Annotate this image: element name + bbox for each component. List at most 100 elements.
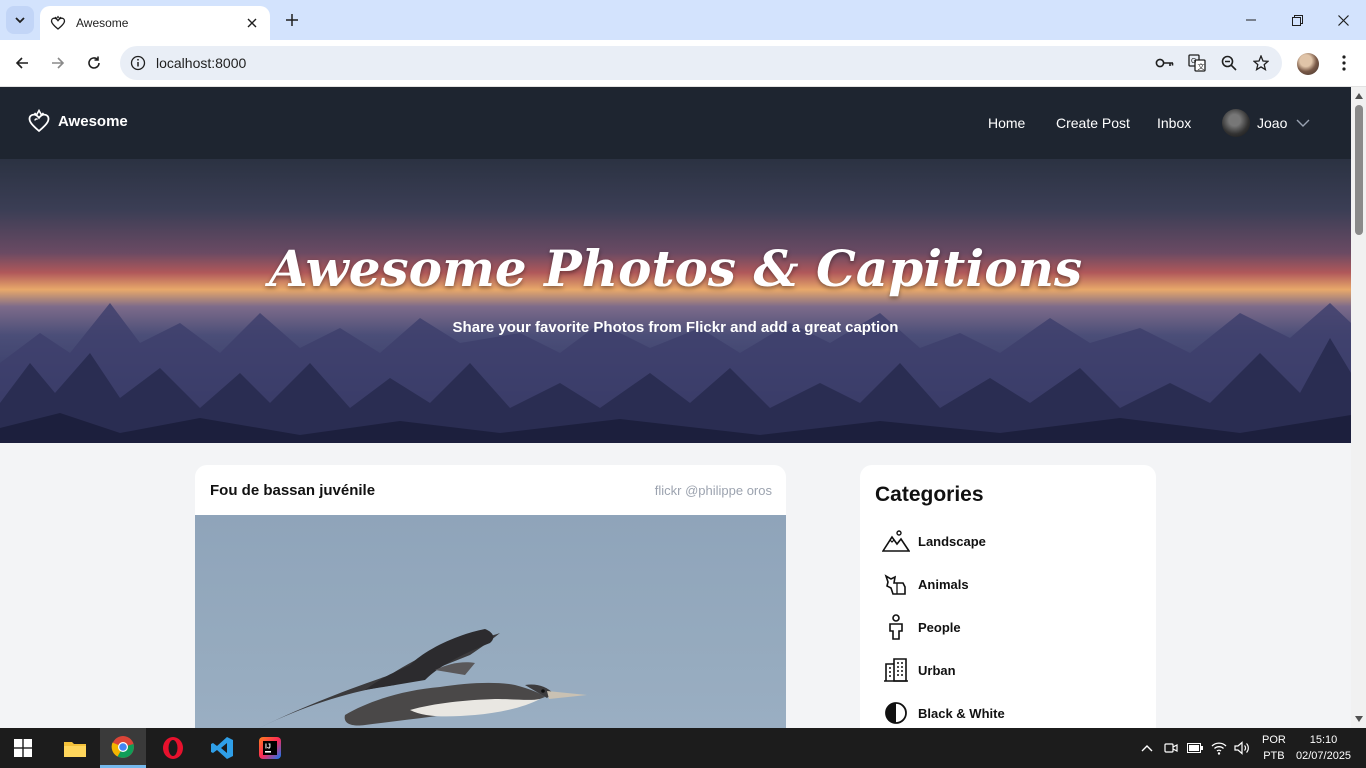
intellij-icon: IJ <box>259 737 281 759</box>
user-menu[interactable]: Joao <box>1222 109 1310 137</box>
scroll-thumb[interactable] <box>1355 105 1363 235</box>
post-credit[interactable]: flickr @philippe oros <box>655 483 772 498</box>
close-icon <box>1337 14 1349 26</box>
user-name: Joao <box>1257 115 1288 131</box>
avatar <box>1222 109 1250 137</box>
back-button[interactable] <box>7 48 37 78</box>
brand-link[interactable]: Awesome <box>28 109 128 133</box>
camera-icon <box>1164 743 1178 753</box>
reload-icon <box>88 56 100 69</box>
taskbar-vscode[interactable] <box>199 728 245 768</box>
keyboard-layout: PTB <box>1263 750 1285 762</box>
tab-close-button[interactable] <box>244 15 260 31</box>
minimize-button[interactable] <box>1228 0 1274 40</box>
close-icon <box>247 18 257 28</box>
minimize-icon <box>1246 19 1256 21</box>
category-animals[interactable]: Animals <box>882 569 969 599</box>
svg-text:文: 文 <box>1198 62 1205 71</box>
new-tab-button[interactable] <box>280 8 304 32</box>
category-label: Urban <box>918 662 956 678</box>
brand-name: Awesome <box>58 112 128 130</box>
address-bar[interactable]: localhost:8000 G文 <box>120 46 1282 80</box>
site-navbar: Awesome Home Create Post Inbox Joao <box>0 87 1351 159</box>
post-header: Fou de bassan juvénile flickr @philippe … <box>195 465 786 515</box>
chevron-down-icon <box>15 17 25 24</box>
svg-text:G: G <box>1191 58 1196 65</box>
post-title[interactable]: Fou de bassan juvénile <box>210 482 375 499</box>
password-key-button[interactable] <box>1154 52 1176 74</box>
browser-tab[interactable]: Awesome <box>40 6 270 40</box>
taskbar-opera[interactable] <box>150 728 196 768</box>
tray-meet-now[interactable] <box>1163 740 1179 756</box>
hero-subtitle: Share your favorite Photos from Flickr a… <box>452 319 899 336</box>
category-black-white[interactable]: Black & White <box>882 698 1005 728</box>
person-icon <box>882 613 910 641</box>
star-icon <box>1253 55 1269 71</box>
tray-language[interactable]: POR PTB <box>1262 732 1286 764</box>
nav-home[interactable]: Home <box>988 115 1025 131</box>
windows-logo-icon <box>14 739 32 757</box>
url-text[interactable]: localhost:8000 <box>156 55 1154 71</box>
scroll-down-arrow[interactable] <box>1354 714 1363 723</box>
category-label: Animals <box>918 576 969 592</box>
restore-button[interactable] <box>1274 0 1320 40</box>
animal-icon <box>882 570 910 598</box>
categories-title: Categories <box>875 483 984 506</box>
profile-avatar[interactable] <box>1297 53 1319 75</box>
scroll-up-arrow[interactable] <box>1354 91 1363 100</box>
zoom-out-icon <box>1221 55 1237 71</box>
plus-icon <box>286 14 298 26</box>
category-people[interactable]: People <box>882 612 961 642</box>
category-urban[interactable]: Urban <box>882 655 956 685</box>
building-icon <box>882 656 910 684</box>
tray-battery[interactable] <box>1187 740 1203 756</box>
site-info-icon[interactable] <box>130 55 146 71</box>
tray-clock[interactable]: 15:10 02/07/2025 <box>1296 732 1351 764</box>
tray-overflow-button[interactable] <box>1139 740 1155 756</box>
category-label: Landscape <box>918 533 986 549</box>
clock-time: 15:10 <box>1309 734 1338 746</box>
opera-icon <box>163 737 183 759</box>
nav-create-post[interactable]: Create Post <box>1056 115 1130 131</box>
zoom-button[interactable] <box>1218 52 1240 74</box>
gannet-photo-image <box>259 629 587 728</box>
speaker-icon <box>1234 741 1249 755</box>
taskbar-chrome[interactable] <box>100 728 146 768</box>
mountain-icon <box>882 527 910 555</box>
caret-up-icon <box>1354 92 1363 99</box>
chevron-up-icon <box>1141 745 1153 752</box>
tray-network[interactable] <box>1211 740 1227 756</box>
close-window-button[interactable] <box>1320 0 1366 40</box>
post-photo[interactable] <box>195 515 786 728</box>
page-viewport: Awesome Home Create Post Inbox Joao Awes… <box>0 87 1351 728</box>
tray-volume[interactable] <box>1234 740 1250 756</box>
folder-icon <box>64 742 86 757</box>
category-landscape[interactable]: Landscape <box>882 526 986 556</box>
key-icon <box>1155 58 1174 68</box>
forward-button[interactable] <box>43 48 73 78</box>
clock-date: 02/07/2025 <box>1296 750 1352 762</box>
taskbar-intellij[interactable]: IJ <box>247 728 293 768</box>
nav-inbox[interactable]: Inbox <box>1157 115 1191 131</box>
caret-down-icon <box>1354 715 1363 722</box>
browser-toolbar: localhost:8000 G文 <box>0 40 1366 87</box>
hero-banner: Awesome Photos & Capitions Share your fa… <box>0 159 1351 443</box>
tab-title: Awesome <box>76 16 129 30</box>
restore-icon <box>1291 14 1303 26</box>
start-button[interactable] <box>0 728 46 768</box>
vscode-icon <box>211 737 233 759</box>
tab-search-button[interactable] <box>6 6 34 34</box>
language-code: POR <box>1262 734 1286 746</box>
battery-icon <box>1187 743 1203 753</box>
taskbar-file-explorer[interactable] <box>52 728 98 768</box>
reload-button[interactable] <box>79 48 109 78</box>
browser-menu-button[interactable] <box>1329 48 1359 78</box>
category-label: People <box>918 619 961 635</box>
os-taskbar: IJ POR PTB 15:10 02/07/2025 <box>0 728 1366 768</box>
chevron-down-icon <box>1296 119 1310 127</box>
category-label: Black & White <box>918 705 1005 721</box>
page-scrollbar[interactable] <box>1351 87 1366 728</box>
bookmark-button[interactable] <box>1250 52 1272 74</box>
translate-button[interactable]: G文 <box>1186 52 1208 74</box>
arrow-left-icon <box>15 57 28 69</box>
